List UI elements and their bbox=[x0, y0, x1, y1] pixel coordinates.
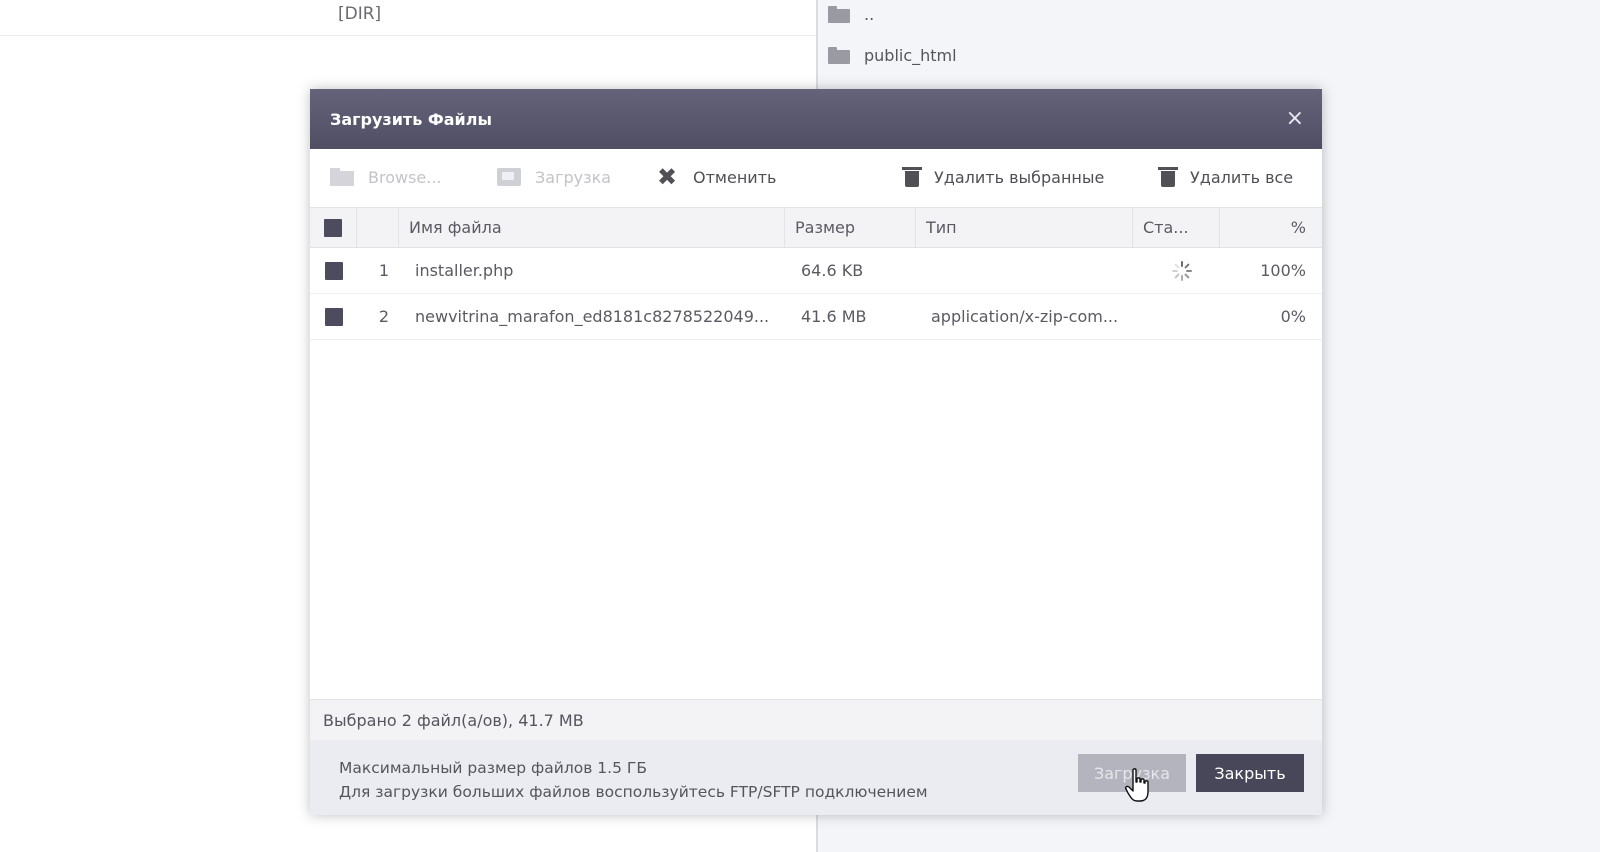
folder-icon bbox=[330, 168, 354, 186]
delete-selected-label: Удалить выбранные bbox=[934, 167, 1105, 187]
delete-all-label: Удалить все bbox=[1190, 167, 1294, 187]
row-checkbox[interactable] bbox=[324, 307, 343, 326]
file-size: 41.6 MB bbox=[801, 307, 867, 326]
column-number bbox=[357, 208, 399, 247]
folder-icon bbox=[828, 5, 850, 23]
row-check-cell bbox=[310, 294, 357, 339]
dir-label: [DIR] bbox=[338, 4, 382, 24]
loading-spinner-icon bbox=[1171, 260, 1192, 281]
file-size: 64.6 KB bbox=[801, 261, 864, 280]
trash-icon bbox=[902, 167, 922, 187]
column-status[interactable]: Ста... bbox=[1133, 208, 1220, 247]
ftp-note: Для загрузки больших файлов воспользуйте… bbox=[339, 783, 928, 801]
trash-icon bbox=[1158, 167, 1178, 187]
column-percent[interactable]: % bbox=[1220, 208, 1322, 247]
select-all-cell bbox=[310, 208, 357, 247]
cancel-icon: ✖ bbox=[656, 163, 678, 191]
folder-item-public-html[interactable]: public_html bbox=[828, 41, 957, 69]
close-button[interactable]: Закрыть bbox=[1196, 754, 1304, 792]
file-grid-empty-area bbox=[310, 340, 1322, 699]
table-row[interactable]: 1 installer.php 64.6 KB 100% bbox=[310, 248, 1322, 294]
upload-label: Загрузка bbox=[535, 167, 612, 187]
select-all-checkbox[interactable] bbox=[324, 218, 342, 237]
row-check-cell bbox=[310, 248, 357, 293]
column-name[interactable]: Имя файла bbox=[399, 208, 785, 247]
dialog-title: Загрузить Файлы bbox=[330, 109, 492, 129]
row-checkbox[interactable] bbox=[324, 261, 343, 280]
file-name: newvitrina_marafon_ed8181c8278522049... bbox=[415, 307, 770, 326]
dialog-header: Загрузить Файлы × bbox=[310, 89, 1322, 149]
folder-item-parent[interactable]: .. bbox=[828, 0, 874, 28]
column-size[interactable]: Размер bbox=[785, 208, 916, 247]
file-name: installer.php bbox=[415, 261, 514, 280]
file-list-row[interactable]: [DIR] bbox=[0, 0, 816, 36]
close-icon[interactable]: × bbox=[1286, 108, 1304, 130]
file-status bbox=[1133, 248, 1220, 293]
folder-icon bbox=[828, 46, 850, 64]
hand-cursor-icon bbox=[1125, 768, 1149, 802]
selection-summary: Выбрано 2 файл(а/ов), 41.7 MB bbox=[310, 699, 1322, 740]
browse-button[interactable]: Browse... bbox=[330, 161, 442, 193]
delete-all-button[interactable]: Удалить все bbox=[1158, 161, 1294, 193]
file-percent: 0% bbox=[1280, 307, 1306, 326]
browse-label: Browse... bbox=[368, 167, 442, 187]
upload-icon bbox=[497, 168, 521, 186]
cancel-button[interactable]: ✖ Отменить bbox=[655, 161, 777, 193]
file-percent: 100% bbox=[1260, 261, 1306, 280]
file-type: application/x-zip-com... bbox=[931, 307, 1119, 326]
folder-name: .. bbox=[864, 4, 875, 24]
upload-files-dialog: Загрузить Файлы × Browse... Загрузка ✖ О… bbox=[310, 89, 1322, 815]
max-size-note: Максимальный размер файлов 1.5 ГБ bbox=[339, 759, 647, 777]
table-row[interactable]: 2 newvitrina_marafon_ed8181c8278522049..… bbox=[310, 294, 1322, 340]
row-number: 2 bbox=[378, 307, 389, 326]
toolbar-upload-button[interactable]: Загрузка bbox=[497, 161, 611, 193]
folder-name: public_html bbox=[864, 45, 957, 65]
column-type[interactable]: Тип bbox=[916, 208, 1133, 247]
upload-notes: Максимальный размер файлов 1.5 ГБ Для за… bbox=[339, 756, 928, 804]
dialog-footer: Максимальный размер файлов 1.5 ГБ Для за… bbox=[310, 740, 1322, 815]
dialog-toolbar: Browse... Загрузка ✖ Отменить Удалить вы… bbox=[310, 149, 1322, 207]
file-status bbox=[1133, 294, 1220, 339]
file-grid-header: Имя файла Размер Тип Ста... % bbox=[310, 207, 1322, 248]
row-number: 1 bbox=[378, 261, 389, 280]
delete-selected-button[interactable]: Удалить выбранные bbox=[902, 161, 1105, 193]
cancel-label: Отменить bbox=[693, 167, 777, 187]
file-type bbox=[916, 248, 1133, 293]
